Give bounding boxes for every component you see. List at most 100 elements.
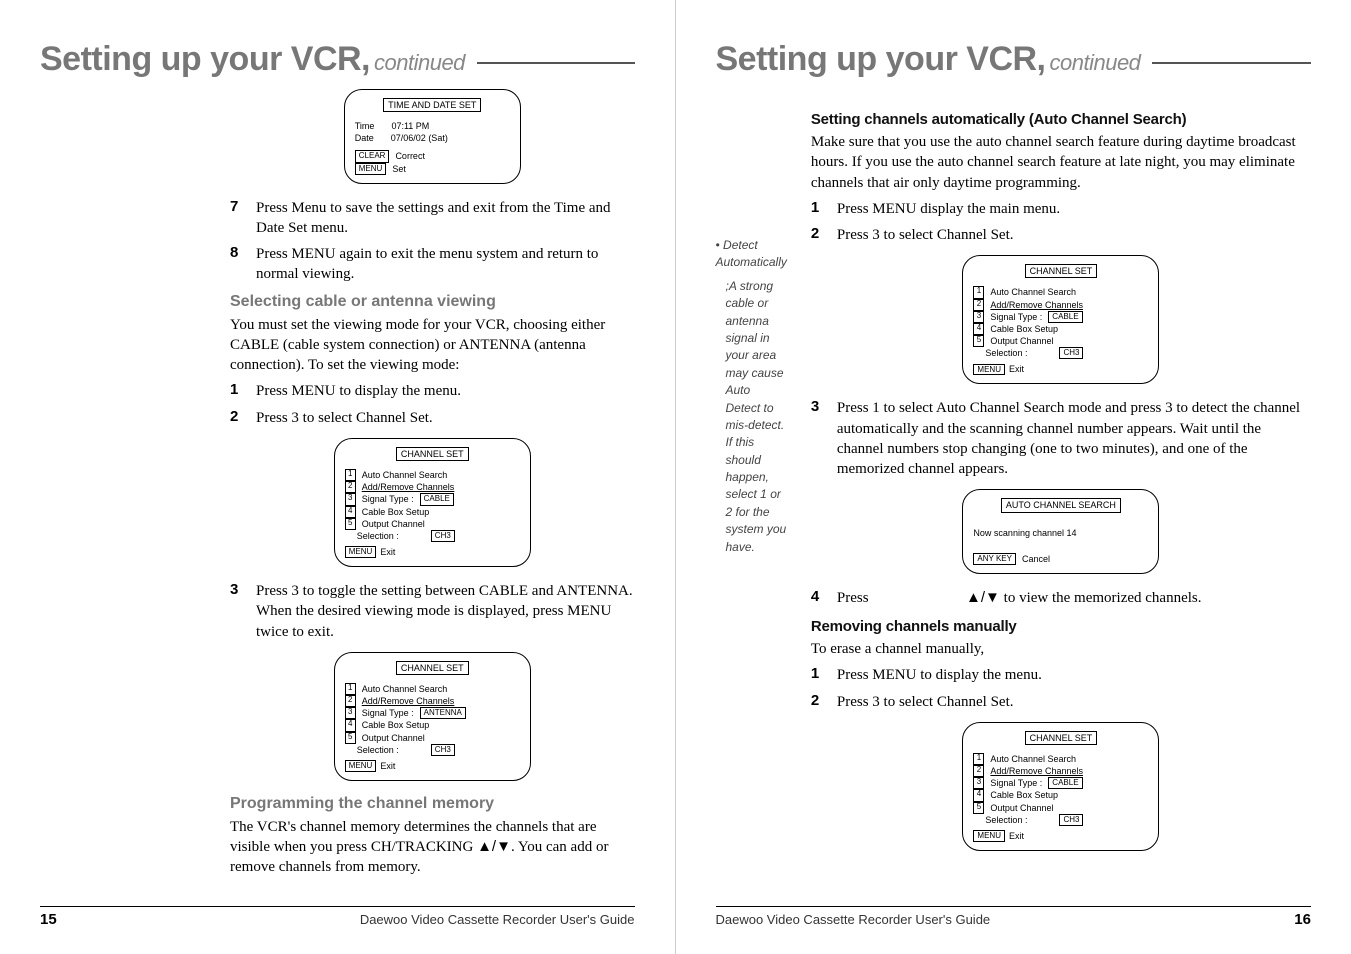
osd-time-date-set: TIME AND DATE SET Time 07:11 PM Date 07/… [344, 89, 521, 184]
osd-menu-box: MENU [355, 163, 387, 175]
osd-item-label: Output Channel [362, 518, 425, 530]
osd-item-label: Cable Box Setup [990, 323, 1058, 335]
osd-auto-channel-search: AUTO CHANNEL SEARCH Now scanning channel… [962, 489, 1159, 573]
osd-item-label: Signal Type : [990, 311, 1042, 323]
step-num: 8 [230, 244, 244, 285]
osd-item-label: Add/Remove Channels [990, 299, 1083, 311]
osd-item-num: 3 [345, 707, 356, 719]
step-body: Press MENU again to exit the menu system… [256, 244, 635, 285]
step-body: Press 1 to select Auto Channel Search mo… [837, 398, 1311, 479]
sel-step-1: 1 Press MENU to display the menu. [230, 381, 635, 401]
step-num: 3 [230, 581, 244, 642]
subhead-programming: Programming the channel memory [230, 795, 635, 813]
osd-item-label: Add/Remove Channels [362, 481, 455, 493]
step-body: Press MENU display the main menu. [837, 199, 1311, 219]
osd-selection-label: Selection : [985, 814, 1027, 826]
title-main: Setting up your VCR, [40, 40, 370, 79]
step-num: 1 [811, 199, 825, 219]
osd-item-label: Output Channel [990, 802, 1053, 814]
osd-item-num: 4 [973, 789, 984, 801]
remove-step-2: 2 Press 3 to select Channel Set. [811, 692, 1311, 712]
osd-menu-label: MENU [345, 546, 377, 558]
osd-date-label: Date [355, 132, 374, 144]
step-num: 2 [811, 225, 825, 245]
sel-step-2: 2 Press 3 to select Channel Set. [230, 408, 635, 428]
page-title: Setting up your VCR, continued [716, 40, 1312, 79]
page-15: Setting up your VCR, continued TIME AND … [0, 0, 676, 954]
osd-menu-text: Set [392, 163, 406, 175]
step-body: Press 3 to select Channel Set. [837, 692, 1311, 712]
osd-date-value: 07/06/02 (Sat) [391, 132, 448, 144]
osd-item-label: Auto Channel Search [362, 683, 448, 695]
osd-selection-value: CH3 [431, 530, 455, 542]
osd-item-num: 5 [345, 732, 356, 744]
title-continued: continued [1050, 50, 1141, 76]
osd-item-num: 3 [973, 777, 984, 789]
title-main: Setting up your VCR, [716, 40, 1046, 79]
osd-item-num: 3 [345, 493, 356, 505]
footer: Daewoo Video Cassette Recorder User's Gu… [716, 906, 1312, 928]
step4-a: Press [837, 590, 869, 606]
step-body: Press 3 to select Channel Set. [256, 408, 635, 428]
osd-selection-value: CH3 [1059, 814, 1083, 826]
osd-anykey-box: ANY KEY [973, 553, 1016, 565]
step-8: 8 Press MENU again to exit the menu syst… [230, 244, 635, 285]
auto-step-1: 1 Press MENU display the main menu. [811, 199, 1311, 219]
step-num: 4 [811, 588, 825, 608]
page-number: 16 [1294, 911, 1311, 928]
arrows-icon: ▲/▼ [477, 838, 511, 855]
osd-exit: Exit [380, 546, 395, 558]
osd-selection-label: Selection : [357, 530, 399, 542]
osd-item-num: 2 [345, 481, 356, 493]
osd-time-value: 07:11 PM [391, 120, 429, 132]
remove-step-1: 1 Press MENU to display the menu. [811, 665, 1311, 685]
osd-item-num: 1 [973, 753, 984, 765]
step-body: Press Menu to save the settings and exit… [256, 198, 635, 239]
osd-title: CHANNEL SET [1025, 731, 1098, 745]
osd-item-num: 1 [973, 286, 984, 298]
step-body: Press 3 to select Channel Set. [837, 225, 1311, 245]
step-body: Press ▲/▼ to view the memorized channels… [837, 588, 1311, 608]
osd-item-num: 1 [345, 469, 356, 481]
step-num: 2 [811, 692, 825, 712]
title-continued: continued [374, 50, 465, 76]
osd-clear-text: Correct [395, 150, 425, 162]
osd-title: CHANNEL SET [1025, 264, 1098, 278]
osd-menu-label: MENU [973, 364, 1005, 376]
margin-note: • Detect Automatically ;A strong cable o… [716, 107, 787, 865]
osd-item-value: CABLE [1048, 311, 1082, 323]
step-num: 1 [811, 665, 825, 685]
osd-item-num: 5 [973, 335, 984, 347]
step-num: 3 [811, 398, 825, 479]
subhead-selecting: Selecting cable or antenna viewing [230, 293, 635, 311]
osd-title: CHANNEL SET [396, 447, 469, 461]
osd-item-label: Signal Type : [362, 707, 414, 719]
osd-channel-set-right-2: CHANNEL SET 1Auto Channel Search 2Add/Re… [962, 722, 1159, 851]
osd-item-label: Add/Remove Channels [362, 695, 455, 707]
osd-item-num: 3 [973, 311, 984, 323]
osd-item-label: Auto Channel Search [990, 753, 1076, 765]
auto-step-3: 3 Press 1 to select Auto Channel Search … [811, 398, 1311, 479]
margin-note-body: ;A strong cable or antenna signal in you… [716, 278, 787, 556]
step-body: Press 3 to toggle the setting between CA… [256, 581, 635, 642]
page-16: Setting up your VCR, continued • Detect … [676, 0, 1351, 954]
osd-item-label: Add/Remove Channels [990, 765, 1083, 777]
osd-item-num: 5 [973, 802, 984, 814]
title-rule [477, 62, 635, 64]
osd-channel-set-antenna: CHANNEL SET 1Auto Channel Search 2Add/Re… [334, 652, 531, 781]
osd-menu-label: MENU [973, 830, 1005, 842]
osd-item-value: ANTENNA [420, 707, 466, 719]
osd-item-value: CABLE [1048, 777, 1082, 789]
sel-step-3: 3 Press 3 to toggle the setting between … [230, 581, 635, 642]
margin-note-head: • Detect Automatically [716, 237, 787, 272]
para-selecting: You must set the viewing mode for your V… [230, 315, 635, 376]
osd-item-num: 2 [973, 299, 984, 311]
osd-exit: Exit [1009, 830, 1024, 842]
subhead-auto-search: Setting channels automatically (Auto Cha… [811, 111, 1311, 128]
auto-step-4: 4 Press ▲/▼ to view the memorized channe… [811, 588, 1311, 608]
osd-item-num: 1 [345, 683, 356, 695]
osd-item-num: 4 [345, 506, 356, 518]
osd-exit: Exit [380, 760, 395, 772]
footer-source: Daewoo Video Cassette Recorder User's Gu… [716, 912, 991, 927]
footer: 15 Daewoo Video Cassette Recorder User's… [40, 906, 635, 928]
